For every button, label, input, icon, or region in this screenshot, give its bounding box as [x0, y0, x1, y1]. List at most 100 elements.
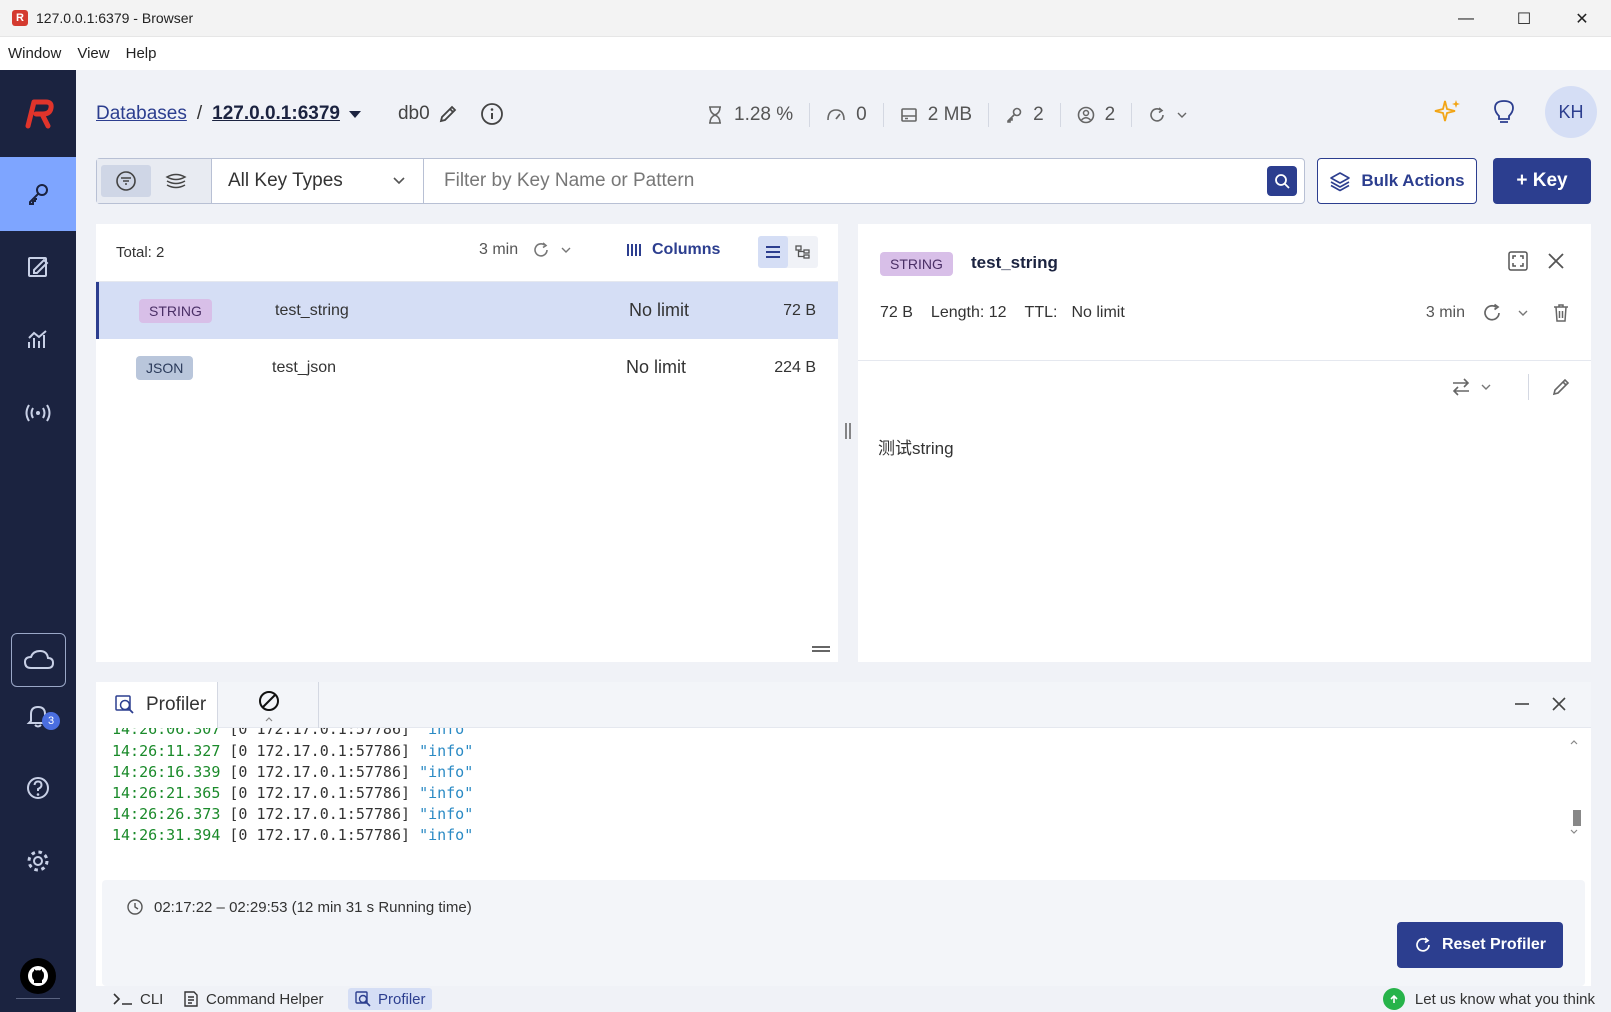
- chevron-down-icon[interactable]: [1480, 383, 1492, 391]
- key-row[interactable]: STRING test_string No limit 72 B: [96, 282, 838, 339]
- terminal-icon: [113, 993, 132, 1005]
- filter-group: All Key Types: [96, 158, 1305, 204]
- tab-profiler-label: Profiler: [146, 694, 207, 715]
- menu-view[interactable]: View: [77, 45, 109, 62]
- chevron-down-icon[interactable]: [1176, 111, 1188, 119]
- refresh-icon[interactable]: [532, 241, 550, 259]
- tab-profiler[interactable]: Profiler: [96, 682, 218, 728]
- running-time: 02:17:22 – 02:29:53 (12 min 31 s Running…: [126, 898, 472, 916]
- log-line: 14:26:06.307 [0 172.17.0.1:57786] "info": [112, 728, 474, 738]
- databases-link[interactable]: Databases: [96, 103, 187, 125]
- refresh-icon[interactable]: [1148, 106, 1166, 124]
- key-row[interactable]: JSON test_json No limit 224 B: [96, 339, 838, 396]
- nav-notifications[interactable]: [0, 678, 76, 752]
- filter-icon: [116, 171, 136, 191]
- key-list-panel: Total: 2 3 min Columns STRING test_strin…: [96, 224, 838, 662]
- redis-logo-icon[interactable]: [18, 94, 58, 134]
- refresh-icon[interactable]: [1481, 302, 1503, 324]
- log-line: 14:26:11.327 [0 172.17.0.1:57786] "info": [112, 742, 474, 760]
- pencil-icon[interactable]: [438, 104, 458, 124]
- stat-keys: 2: [989, 103, 1061, 127]
- format-swap-icon[interactable]: [1450, 377, 1472, 397]
- database-stats: 1.28 % 0 2 MB 2 2: [690, 100, 1214, 130]
- breadcrumb: Databases / 127.0.0.1:6379 db0: [96, 102, 504, 126]
- menu-window[interactable]: Window: [8, 45, 61, 62]
- pencil-icon[interactable]: [1551, 377, 1571, 397]
- tree-view-button[interactable]: [788, 236, 818, 268]
- vertical-resize-handle[interactable]: [844, 422, 852, 440]
- stat-cpu: 1.28 %: [690, 103, 811, 127]
- chevron-down-icon[interactable]: [1517, 309, 1529, 317]
- close-panel-icon[interactable]: [1549, 694, 1569, 714]
- caret-down-icon[interactable]: [348, 109, 362, 119]
- memory-icon: [900, 108, 917, 122]
- minimize-button[interactable]: —: [1437, 0, 1495, 37]
- document-icon: [184, 991, 198, 1007]
- chevron-down-icon[interactable]: [560, 246, 572, 254]
- scroll-up-icon[interactable]: [1569, 738, 1579, 746]
- profiler-panel: Profiler 14:26:06.307 [0 172.17.0.1:5778…: [96, 682, 1591, 1012]
- nav-workbench[interactable]: [0, 230, 76, 304]
- stat-memory: 2 MB: [884, 103, 990, 127]
- gear-icon: [27, 850, 49, 872]
- lightbulb-icon[interactable]: [1489, 97, 1519, 127]
- minimize-panel-icon[interactable]: [1513, 694, 1531, 714]
- hourglass-icon: [709, 106, 721, 124]
- list-view-toggle: [758, 236, 818, 268]
- command-helper-button[interactable]: Command Helper: [176, 988, 330, 1010]
- search-mode-button[interactable]: [151, 165, 201, 197]
- clear-log-button[interactable]: [219, 682, 319, 728]
- cli-label: CLI: [140, 990, 164, 1008]
- key-type-badge: JSON: [136, 355, 194, 380]
- maximize-button[interactable]: ☐: [1495, 0, 1553, 37]
- command-helper-label: Command Helper: [206, 990, 324, 1008]
- detail-refresh-time: 3 min: [1425, 304, 1465, 321]
- fullscreen-icon[interactable]: [1507, 250, 1529, 272]
- close-window-button[interactable]: ✕: [1553, 0, 1611, 37]
- github-button[interactable]: [20, 958, 56, 994]
- close-icon[interactable]: [1545, 250, 1567, 272]
- nav-pubsub[interactable]: [0, 376, 76, 450]
- notifications-badge: 3: [42, 712, 60, 730]
- filter-row: All Key Types Bulk Actions + Key: [96, 158, 1591, 204]
- info-icon[interactable]: [480, 102, 504, 126]
- horizontal-resize-handle[interactable]: [812, 646, 830, 652]
- connection-name[interactable]: 127.0.0.1:6379: [212, 103, 340, 125]
- stat-clients-value: 2: [1104, 104, 1116, 125]
- cli-button[interactable]: CLI: [106, 988, 169, 1010]
- user-circle-icon: [1077, 106, 1094, 124]
- nav-browser[interactable]: [0, 157, 76, 231]
- scroll-down-icon[interactable]: [1569, 828, 1579, 836]
- gauge-icon: [827, 109, 845, 121]
- feedback-link[interactable]: Let us know what you think: [1382, 988, 1595, 1010]
- nav-help[interactable]: [0, 751, 76, 825]
- reset-profiler-button[interactable]: Reset Profiler: [1397, 922, 1563, 968]
- sparkles-icon[interactable]: [1433, 97, 1463, 127]
- stat-refresh[interactable]: [1132, 103, 1214, 127]
- log-line: 14:26:31.394 [0 172.17.0.1:57786] "info": [112, 826, 474, 844]
- detail-key-name[interactable]: test_string: [971, 253, 1058, 273]
- layers-search-icon: [165, 173, 187, 189]
- key-type-select[interactable]: All Key Types: [212, 159, 424, 203]
- filter-view-button[interactable]: [101, 165, 151, 197]
- menu-help[interactable]: Help: [126, 45, 157, 62]
- search-button[interactable]: [1267, 166, 1297, 196]
- trash-icon[interactable]: [1551, 302, 1571, 324]
- bulk-actions-button[interactable]: Bulk Actions: [1317, 158, 1477, 204]
- nav-settings[interactable]: [0, 824, 76, 898]
- menu-bar: Window View Help: [0, 37, 1611, 70]
- stat-ops: 0: [810, 103, 884, 127]
- stat-memory-value: 2 MB: [927, 104, 973, 125]
- profiler-toggle-button[interactable]: Profiler: [348, 988, 432, 1010]
- key-value: 测试string: [878, 439, 954, 458]
- user-avatar[interactable]: KH: [1545, 86, 1597, 138]
- columns-button[interactable]: Columns: [626, 241, 720, 259]
- key-filter-input[interactable]: [424, 159, 1267, 203]
- nav-analysis[interactable]: [0, 303, 76, 377]
- chevron-down-icon: [393, 177, 405, 185]
- key-list-refresh-time: 3 min: [479, 241, 519, 258]
- detail-ttl[interactable]: No limit: [1071, 304, 1124, 322]
- add-key-button[interactable]: + Key: [1493, 158, 1591, 204]
- log-scrollbar-thumb[interactable]: [1573, 810, 1581, 826]
- list-view-button[interactable]: [758, 236, 788, 268]
